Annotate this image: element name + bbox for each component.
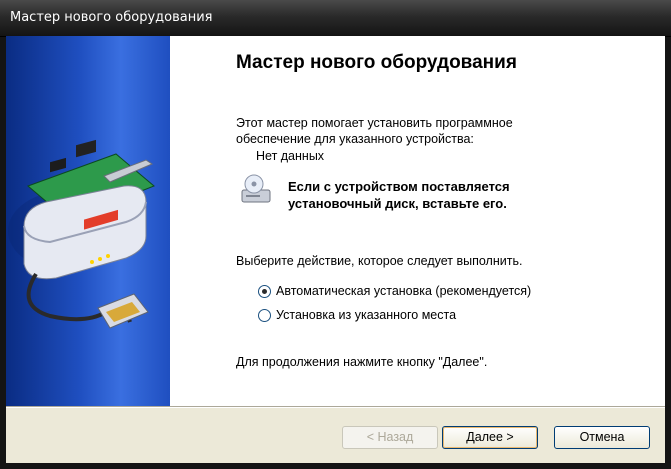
next-button[interactable]: Далее > <box>442 426 538 449</box>
wizard-window: Мастер нового оборудования Мастер нового… <box>0 0 671 469</box>
page-title: Мастер нового оборудования <box>236 52 517 73</box>
window-title: Мастер нового оборудования <box>10 10 213 25</box>
title-bar[interactable]: Мастер нового оборудования <box>0 0 671 37</box>
continue-instruction: Для продолжения нажмите кнопку "Далее". <box>236 355 488 369</box>
cd-instruction-line-2: установочный диск, вставьте его. <box>288 196 507 211</box>
cancel-button[interactable]: Отмена <box>554 426 650 449</box>
back-button[interactable]: < Назад <box>342 426 438 449</box>
hardware-card-icon <box>8 139 155 329</box>
radio-auto-install-label[interactable]: Автоматическая установка (рекомендуется) <box>276 284 531 298</box>
intro-text-line-1: Этот мастер помогает установить программ… <box>236 116 513 130</box>
cd-instruction-line-1: Если с устройством поставляется <box>288 179 510 194</box>
wizard-footer: < Назад Далее > Отмена <box>6 408 665 463</box>
wizard-sidebar <box>6 36 170 406</box>
intro-text-line-2: обеспечение для указанного устройства: <box>236 132 474 146</box>
radio-manual-install[interactable] <box>258 309 271 322</box>
wizard-content: Мастер нового оборудования Этот мастер п… <box>170 36 665 406</box>
radio-auto-install[interactable] <box>258 285 271 298</box>
action-prompt: Выберите действие, которое следует выпол… <box>236 254 523 268</box>
device-name: Нет данных <box>256 149 325 163</box>
wizard-client-area: Мастер нового оборудования Этот мастер п… <box>6 36 665 463</box>
cd-drive-icon <box>241 174 271 203</box>
radio-manual-install-label[interactable]: Установка из указанного места <box>276 308 456 322</box>
